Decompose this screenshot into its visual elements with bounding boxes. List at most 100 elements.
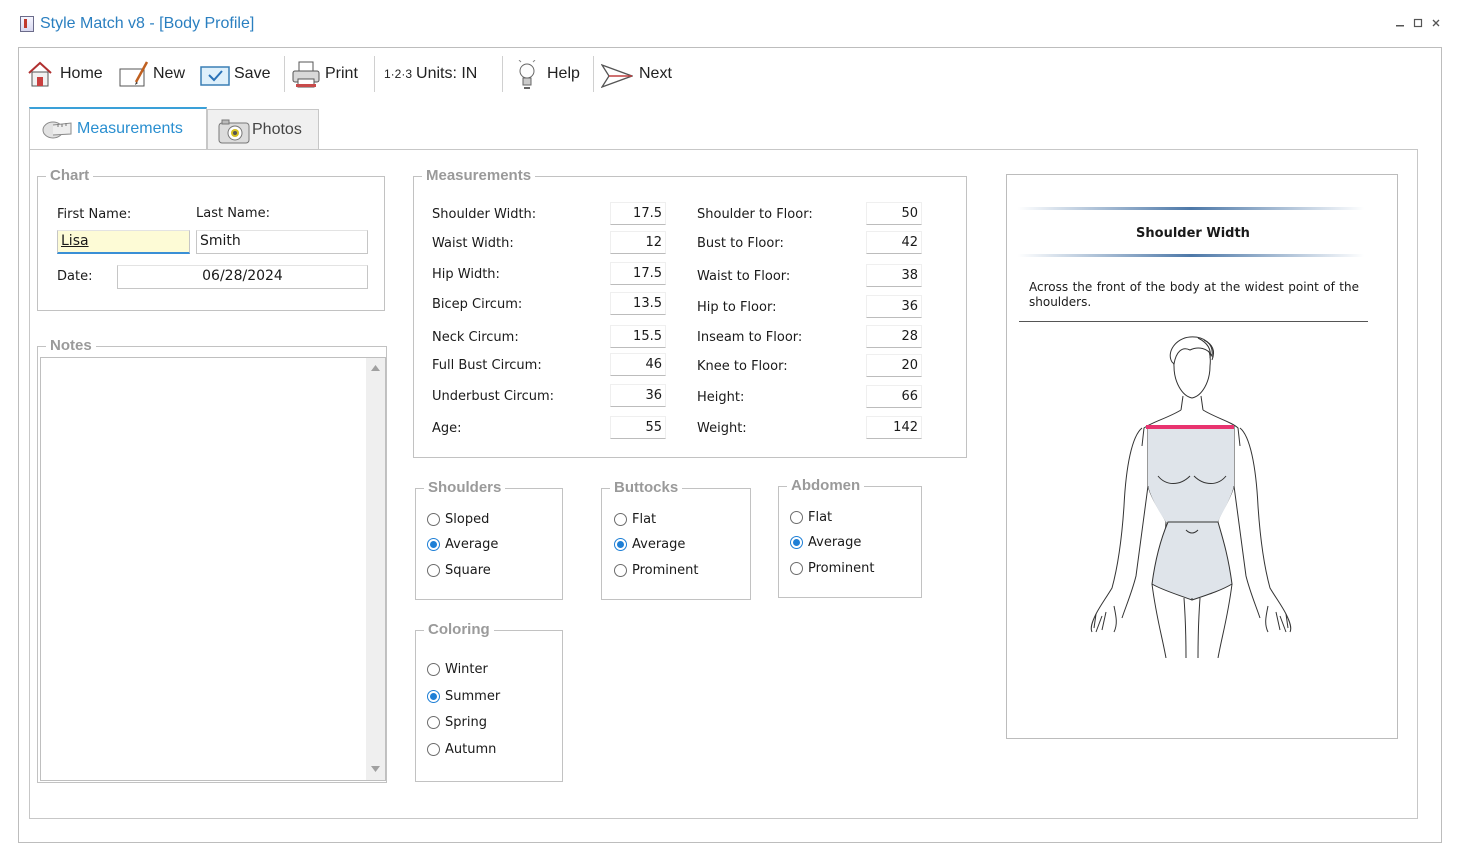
- measure-left-label: Shoulder Width:: [432, 207, 537, 222]
- measure-right-field[interactable]: 50: [866, 202, 922, 225]
- notes-textarea[interactable]: [40, 357, 386, 781]
- radio-button-icon[interactable]: [427, 564, 440, 577]
- units-icon: 1·2·3: [384, 67, 413, 81]
- tab-measurements-label: Measurements: [77, 120, 183, 137]
- radio-button-icon[interactable]: [427, 513, 440, 526]
- toolbar-separator: [374, 56, 375, 92]
- radio-button-icon[interactable]: [427, 663, 440, 676]
- buttocks-option-average[interactable]: Average: [614, 537, 685, 552]
- new-button[interactable]: New: [119, 56, 185, 92]
- measure-right-field[interactable]: 66: [866, 385, 922, 408]
- coloring-option-winter[interactable]: Winter: [427, 662, 488, 677]
- print-button[interactable]: Print: [291, 56, 358, 92]
- shoulders-option-label: Sloped: [445, 512, 490, 527]
- units-button[interactable]: 1·2·3 Units: IN: [384, 56, 477, 92]
- radio-button-icon[interactable]: [427, 743, 440, 756]
- notes-legend: Notes: [46, 337, 96, 355]
- buttocks-option-label: Flat: [632, 512, 657, 527]
- maximize-icon: [1413, 18, 1423, 28]
- measure-left-field[interactable]: 55: [610, 416, 666, 439]
- abdomen-option-flat[interactable]: Flat: [790, 510, 832, 525]
- measure-left-field[interactable]: 36: [610, 384, 666, 407]
- measure-left-label: Age:: [432, 421, 462, 436]
- print-label: Print: [325, 65, 358, 82]
- measure-left-field[interactable]: 17.5: [610, 262, 666, 285]
- measure-right-label: Inseam to Floor:: [697, 330, 803, 345]
- abdomen-option-label: Average: [808, 535, 862, 550]
- home-label: Home: [60, 65, 103, 82]
- measurements-legend: Measurements: [422, 167, 536, 185]
- coloring-option-spring[interactable]: Spring: [427, 715, 487, 730]
- close-button[interactable]: [1428, 16, 1444, 32]
- info-description: Across the front of the body at the wide…: [1029, 280, 1359, 309]
- measure-left-field[interactable]: 46: [610, 353, 666, 376]
- next-button[interactable]: Next: [600, 56, 672, 92]
- buttocks-legend: Buttocks: [610, 479, 683, 497]
- radio-button-icon[interactable]: [427, 716, 440, 729]
- maximize-button[interactable]: [1410, 16, 1426, 32]
- help-button[interactable]: Help: [513, 56, 580, 92]
- new-label: New: [153, 65, 186, 82]
- shoulders-option-average[interactable]: Average: [427, 537, 498, 552]
- radio-button-icon[interactable]: [614, 538, 627, 551]
- date-field[interactable]: 06/28/2024: [117, 265, 368, 289]
- last-name-label: Last Name:: [196, 206, 270, 221]
- abdomen-option-label: Flat: [808, 510, 833, 525]
- home-button[interactable]: Home: [26, 56, 103, 92]
- coloring-legend: Coloring: [424, 621, 494, 639]
- scroll-down-icon[interactable]: [371, 766, 380, 773]
- buttocks-option-flat[interactable]: Flat: [614, 512, 656, 527]
- minimize-icon: [1396, 25, 1404, 27]
- next-label: Next: [639, 65, 672, 82]
- first-name-field[interactable]: Lisa: [57, 230, 190, 254]
- abdomen-legend: Abdomen: [787, 477, 865, 495]
- radio-button-icon[interactable]: [614, 513, 627, 526]
- camera-icon: [218, 119, 250, 144]
- heading-rule-top: [1018, 207, 1364, 210]
- coloring-option-autumn[interactable]: Autumn: [427, 742, 496, 757]
- measure-left-label: Waist Width:: [432, 236, 514, 251]
- scroll-up-icon[interactable]: [371, 365, 380, 372]
- shoulders-option-sloped[interactable]: Sloped: [427, 512, 489, 527]
- coloring-option-label: Autumn: [445, 742, 497, 757]
- heading-rule-bottom: [1018, 254, 1364, 257]
- measure-left-field[interactable]: 15.5: [610, 325, 666, 348]
- measure-left-label: Underbust Circum:: [432, 389, 555, 404]
- measure-right-field[interactable]: 38: [866, 264, 922, 287]
- measure-right-field[interactable]: 42: [866, 231, 922, 254]
- abdomen-option-prominent[interactable]: Prominent: [790, 561, 874, 576]
- radio-button-icon[interactable]: [790, 562, 803, 575]
- tape-measure-icon: [42, 121, 72, 139]
- radio-button-icon[interactable]: [427, 538, 440, 551]
- abdomen-option-label: Prominent: [808, 561, 875, 576]
- toolbar-separator: [502, 56, 503, 92]
- print-icon: [291, 60, 320, 88]
- tab-photos[interactable]: Photos: [207, 109, 319, 150]
- minimize-button[interactable]: [1392, 16, 1408, 32]
- measure-right-field[interactable]: 142: [866, 416, 922, 439]
- abdomen-option-average[interactable]: Average: [790, 535, 861, 550]
- measure-left-field[interactable]: 13.5: [610, 292, 666, 315]
- radio-button-icon[interactable]: [614, 564, 627, 577]
- measure-right-field[interactable]: 36: [866, 295, 922, 318]
- coloring-option-summer[interactable]: Summer: [427, 689, 500, 704]
- radio-button-icon[interactable]: [790, 511, 803, 524]
- measure-left-field[interactable]: 17.5: [610, 202, 666, 225]
- measure-left-field[interactable]: 12: [610, 231, 666, 254]
- last-name-field[interactable]: Smith: [196, 230, 368, 254]
- notes-scrollbar[interactable]: [366, 358, 385, 780]
- measure-left-label: Neck Circum:: [432, 330, 519, 345]
- radio-button-icon[interactable]: [427, 690, 440, 703]
- shoulders-option-square[interactable]: Square: [427, 563, 491, 578]
- save-button[interactable]: Save: [200, 56, 270, 92]
- radio-button-icon[interactable]: [790, 536, 803, 549]
- tab-measurements[interactable]: Measurements: [29, 107, 207, 150]
- buttocks-option-prominent[interactable]: Prominent: [614, 563, 698, 578]
- measure-right-field[interactable]: 20: [866, 354, 922, 377]
- measure-left-label: Hip Width:: [432, 267, 500, 282]
- measure-right-field[interactable]: 28: [866, 325, 922, 348]
- help-bulb-icon: [513, 58, 541, 89]
- measure-right-label: Height:: [697, 390, 745, 405]
- toolbar-separator: [593, 56, 594, 92]
- info-divider: [1019, 321, 1368, 322]
